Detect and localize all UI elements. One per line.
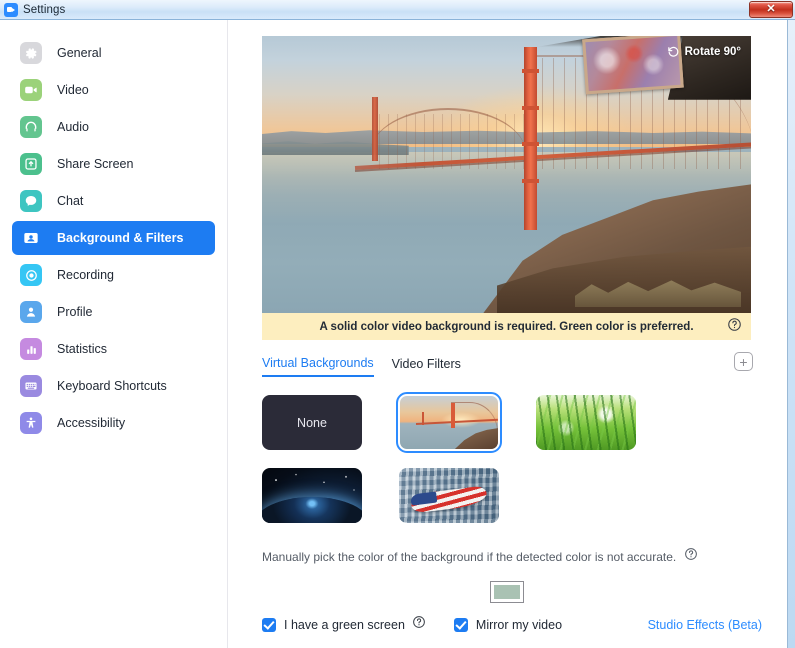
- keyboard-icon: [20, 375, 42, 397]
- chat-bubble-icon: [20, 190, 42, 212]
- close-icon: ✕: [766, 3, 776, 15]
- color-swatch-row: [262, 581, 751, 603]
- sidebar-item-label: Recording: [57, 268, 114, 282]
- sidebar-item-background-and-filters[interactable]: Background & Filters: [12, 221, 215, 255]
- sidebar-item-label: Share Screen: [57, 157, 134, 171]
- sidebar-item-audio[interactable]: Audio: [12, 110, 215, 144]
- gear-icon: [20, 42, 42, 64]
- mirror-video-checkbox[interactable]: [453, 617, 468, 632]
- bridge-tower-far: [372, 96, 379, 161]
- background-thumb-flag[interactable]: [399, 468, 499, 523]
- green-screen-label: I have a green screen: [284, 617, 405, 632]
- background-thumb-space[interactable]: [262, 468, 362, 523]
- person-card-icon: [20, 227, 42, 249]
- settings-window: Settings ✕ General Video Audio Share Scr…: [0, 0, 795, 648]
- video-preview: Rotate 90°: [262, 36, 751, 313]
- sidebar-item-label: Video: [57, 83, 89, 97]
- sidebar-item-keyboard-shortcuts[interactable]: Keyboard Shortcuts: [12, 369, 215, 403]
- sidebar-item-label: Chat: [57, 194, 84, 208]
- title-bar: Settings ✕: [0, 0, 795, 20]
- sidebar-item-recording[interactable]: Recording: [12, 258, 215, 292]
- bar-chart-icon: [20, 338, 42, 360]
- bridge-tower-main: [521, 47, 539, 230]
- sidebar-item-video[interactable]: Video: [12, 73, 215, 107]
- notice-text: A solid color video background is requir…: [319, 320, 694, 333]
- record-icon: [20, 264, 42, 286]
- window-body: General Video Audio Share Screen Chat Ba…: [0, 20, 788, 648]
- green-screen-help-icon[interactable]: [412, 615, 426, 634]
- sidebar-item-label: Background & Filters: [57, 231, 184, 245]
- bottom-options-row: I have a green screen Mirror my video St…: [262, 615, 762, 634]
- color-swatch-fill: [493, 585, 520, 599]
- sidebar-item-share-screen[interactable]: Share Screen: [12, 147, 215, 181]
- manual-pick-row: Manually pick the color of the backgroun…: [262, 547, 751, 566]
- add-background-label: +: [739, 353, 748, 370]
- sidebar-item-label: General: [57, 46, 102, 60]
- headphones-icon: [20, 116, 42, 138]
- sidebar-item-accessibility[interactable]: Accessibility: [12, 406, 215, 440]
- accessibility-icon: [20, 412, 42, 434]
- sidebar-item-label: Statistics: [57, 342, 108, 356]
- sidebar-item-label: Profile: [57, 305, 93, 319]
- sidebar-item-statistics[interactable]: Statistics: [12, 332, 215, 366]
- sidebar-item-label: Accessibility: [57, 416, 126, 430]
- mirror-video-label: Mirror my video: [475, 617, 563, 632]
- manual-pick-text: Manually pick the color of the backgroun…: [262, 549, 677, 564]
- content-pane: Rotate 90° A solid color video backgroun…: [228, 20, 787, 648]
- sidebar-item-general[interactable]: General: [12, 36, 215, 70]
- tab-virtual-backgrounds[interactable]: Virtual Backgrounds: [262, 356, 374, 377]
- green-screen-checkbox[interactable]: [262, 617, 276, 632]
- green-screen-option: I have a green screen: [262, 615, 426, 634]
- window-title: Settings: [23, 3, 66, 16]
- preview-scene: [262, 36, 751, 313]
- mirror-video-option: Mirror my video: [453, 617, 563, 632]
- background-thumb-grass[interactable]: [536, 395, 636, 450]
- user-icon: [20, 301, 42, 323]
- tab-bar: Virtual Backgrounds Video Filters +: [262, 352, 753, 377]
- rotate-90-label: Rotate 90°: [684, 45, 741, 58]
- sidebar-item-profile[interactable]: Profile: [12, 295, 215, 329]
- upload-icon: [20, 153, 42, 175]
- camera-icon: [20, 79, 42, 101]
- green-screen-notice: A solid color video background is requir…: [262, 313, 751, 340]
- background-thumb-label: None: [297, 415, 327, 430]
- sidebar-item-chat[interactable]: Chat: [12, 184, 215, 218]
- plus-square-icon[interactable]: +: [734, 352, 753, 371]
- rotate-90-button[interactable]: Rotate 90°: [667, 45, 741, 58]
- studio-effects-link[interactable]: Studio Effects (Beta): [648, 618, 762, 632]
- background-thumb-bridge[interactable]: [396, 392, 502, 453]
- notice-help-icon[interactable]: [727, 317, 742, 337]
- sidebar-item-label: Keyboard Shortcuts: [57, 379, 167, 393]
- close-button[interactable]: ✕: [749, 1, 793, 18]
- zoom-logo-icon: [4, 2, 18, 17]
- background-thumb-none[interactable]: None: [262, 395, 362, 450]
- sidebar-item-label: Audio: [57, 120, 89, 134]
- tab-video-filters[interactable]: Video Filters: [392, 357, 461, 376]
- background-color-picker[interactable]: [489, 581, 524, 603]
- sidebar: General Video Audio Share Screen Chat Ba…: [0, 20, 228, 648]
- rotate-ccw-icon: [667, 45, 680, 58]
- background-thumbnail-grid: None: [262, 392, 751, 523]
- manual-pick-help-icon[interactable]: [684, 547, 698, 566]
